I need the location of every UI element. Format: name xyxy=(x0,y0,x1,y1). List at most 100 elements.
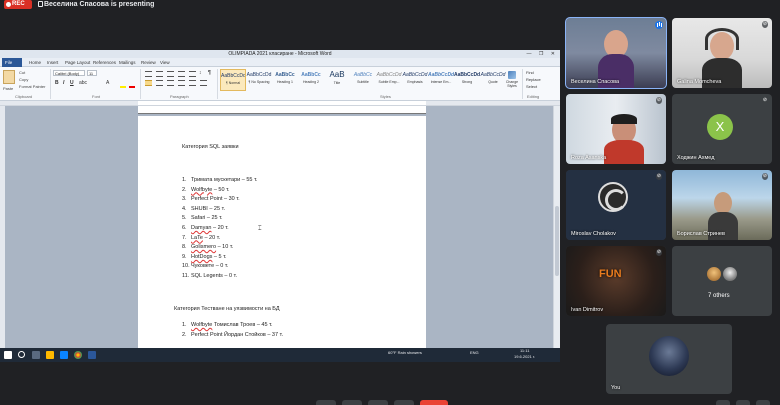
leave-call-button[interactable] xyxy=(420,400,448,405)
style-heading-2[interactable]: AaBbCc Heading 2 xyxy=(298,69,324,91)
numbering-icon[interactable] xyxy=(156,71,163,77)
people-button[interactable] xyxy=(736,400,750,405)
list-item: 2. Wolfbyte – 50 т. xyxy=(182,186,230,193)
find-button[interactable]: Find xyxy=(526,70,534,75)
search-icon[interactable] xyxy=(18,351,25,358)
list-item: 1. Тримата мускетари – 55 т. xyxy=(182,177,258,183)
window-controls[interactable]: — ❐ ✕ xyxy=(527,50,558,58)
style-subtle-emphasis[interactable]: AaBbCcDd Subtle Emp... xyxy=(376,69,402,91)
justify-button[interactable] xyxy=(178,80,185,86)
tab-page-layout[interactable]: Page Layout xyxy=(62,58,93,67)
participant-face xyxy=(714,192,732,214)
style-emphasis[interactable]: AaBbCcDd Emphasis xyxy=(402,69,428,91)
tab-mailings[interactable]: Mailings xyxy=(116,58,139,67)
avatar xyxy=(706,266,722,282)
keyboard-language[interactable]: ENG xyxy=(470,350,479,355)
list-item: 9. HotDogs – 5 т. xyxy=(182,253,227,260)
increase-indent-icon[interactable] xyxy=(189,71,196,77)
participant-tile[interactable]: ⊘ Roza Asanska xyxy=(566,94,666,164)
pilcrow-icon[interactable]: ¶ xyxy=(208,70,211,76)
participant-tile[interactable]: ⊘ Борислав Стринев xyxy=(672,170,772,240)
tab-references[interactable]: References xyxy=(90,58,119,67)
style-subtitle[interactable]: AaBbCc Subtitle xyxy=(350,69,376,91)
editing-group-label: Editing xyxy=(527,94,540,99)
tab-insert[interactable]: Insert xyxy=(44,58,61,67)
present-screen-icon xyxy=(38,1,43,7)
file-explorer-icon[interactable] xyxy=(46,351,54,359)
participant-tile[interactable]: ⊘ Miroslav Cholakov xyxy=(566,170,666,240)
paragraph-group-label: Paragraph xyxy=(170,94,189,99)
text-effects-icon[interactable]: A xyxy=(106,80,109,86)
details-button[interactable] xyxy=(716,400,730,405)
list-item: 7. LaTe – 20 т. xyxy=(182,234,221,241)
paste-button[interactable]: Paste xyxy=(3,86,13,91)
style-title[interactable]: AaB Title xyxy=(324,69,350,91)
tab-file[interactable]: File xyxy=(2,58,22,67)
self-tile[interactable]: You xyxy=(606,324,732,394)
present-button[interactable] xyxy=(394,400,414,405)
participant-name: Веселина Спасова xyxy=(571,79,620,85)
tab-home[interactable]: Home xyxy=(26,58,44,67)
align-left-button[interactable] xyxy=(145,80,152,86)
mic-off-icon: ⊘ xyxy=(656,173,662,180)
style-normal[interactable]: AaBbCcDd ¶ Normal xyxy=(220,69,246,91)
presenting-label: Веселина Спасова is presenting xyxy=(44,1,155,8)
windows-start-icon[interactable] xyxy=(4,351,12,359)
select-button[interactable]: Select xyxy=(526,84,537,89)
copy-button[interactable]: Copy xyxy=(19,77,28,82)
strikethrough-button[interactable]: abc xyxy=(79,80,87,86)
word-taskbar-icon[interactable] xyxy=(88,351,96,359)
align-right-button[interactable] xyxy=(167,80,174,86)
decrease-indent-icon[interactable] xyxy=(178,71,185,77)
underline-button[interactable]: U xyxy=(70,80,74,86)
participant-name: Miroslav Cholakov xyxy=(571,231,616,237)
mic-button[interactable] xyxy=(316,400,336,405)
document-page[interactable]: Категория SQL заявки 1. Тримата мускетари… xyxy=(138,116,426,350)
cut-button[interactable]: Cut xyxy=(19,70,25,75)
tab-view[interactable]: View xyxy=(157,58,173,67)
camera-button[interactable] xyxy=(342,400,362,405)
style-intense-emphasis[interactable]: AaBbCcDd Intense Em... xyxy=(428,69,454,91)
list-item: 1. Wolfbyte Томислав Троев – 45 т. xyxy=(182,322,273,328)
participant-tile[interactable]: Веселина Спасова xyxy=(565,17,667,89)
weather-label[interactable]: 60°F Rain showers xyxy=(388,350,422,355)
chrome-icon[interactable] xyxy=(74,351,82,359)
document-area[interactable]: Категория SQL заявки 1. Тримата мускетари… xyxy=(5,106,553,350)
scroll-thumb[interactable] xyxy=(555,206,559,276)
format-painter-button[interactable]: Format Painter xyxy=(19,84,45,89)
participant-tile[interactable]: FUN ⊘ Ivan Dimitrov xyxy=(566,246,666,316)
italic-button[interactable]: I xyxy=(63,80,64,86)
align-center-button[interactable] xyxy=(156,80,163,86)
line-spacing-button[interactable] xyxy=(189,80,196,86)
change-styles-button[interactable]: Change Styles xyxy=(505,71,519,91)
font-name-select[interactable]: Calibri (Body) xyxy=(53,70,85,76)
captions-button[interactable] xyxy=(368,400,388,405)
style-quote[interactable]: AaBbCcDd Quote xyxy=(480,69,506,91)
bold-button[interactable]: B xyxy=(55,80,59,86)
shading-button[interactable] xyxy=(200,80,207,86)
tab-review[interactable]: Review xyxy=(138,58,159,67)
rec-label: REC xyxy=(12,1,25,7)
paste-icon[interactable] xyxy=(3,70,15,84)
task-view-icon[interactable] xyxy=(32,351,40,359)
bullets-icon[interactable] xyxy=(145,71,152,77)
others-tile[interactable]: 7 others xyxy=(672,246,772,316)
font-size-select[interactable]: 11 xyxy=(87,70,97,76)
sort-icon[interactable]: ↕ xyxy=(199,70,202,76)
style-no-spacing[interactable]: AaBbCcDd ¶ No Spacing xyxy=(246,69,272,91)
meet-screen: REC Веселина Спасова is presenting OLIMP… xyxy=(0,0,780,405)
edge-icon[interactable] xyxy=(60,351,68,359)
ribbon-divider xyxy=(217,69,218,99)
chat-button[interactable] xyxy=(756,400,770,405)
replace-button[interactable]: Replace xyxy=(526,77,541,82)
style-strong[interactable]: AaBbCcDd Strong xyxy=(454,69,480,91)
list-item: 2. Perfect Point Йордан Стойков – 37 т. xyxy=(182,331,284,338)
highlight-color-icon[interactable] xyxy=(120,86,126,88)
font-color-icon[interactable] xyxy=(129,86,135,88)
mic-off-icon: ⊘ xyxy=(762,97,768,104)
participant-tile[interactable]: X ⊘ Ходжин Ахмед xyxy=(672,94,772,164)
multilevel-list-icon[interactable] xyxy=(167,71,174,77)
vertical-scrollbar[interactable] xyxy=(553,106,560,350)
participant-tile[interactable]: ⊘ Galina Momcheva xyxy=(672,18,772,88)
style-heading-1[interactable]: AaBbCc Heading 1 xyxy=(272,69,298,91)
